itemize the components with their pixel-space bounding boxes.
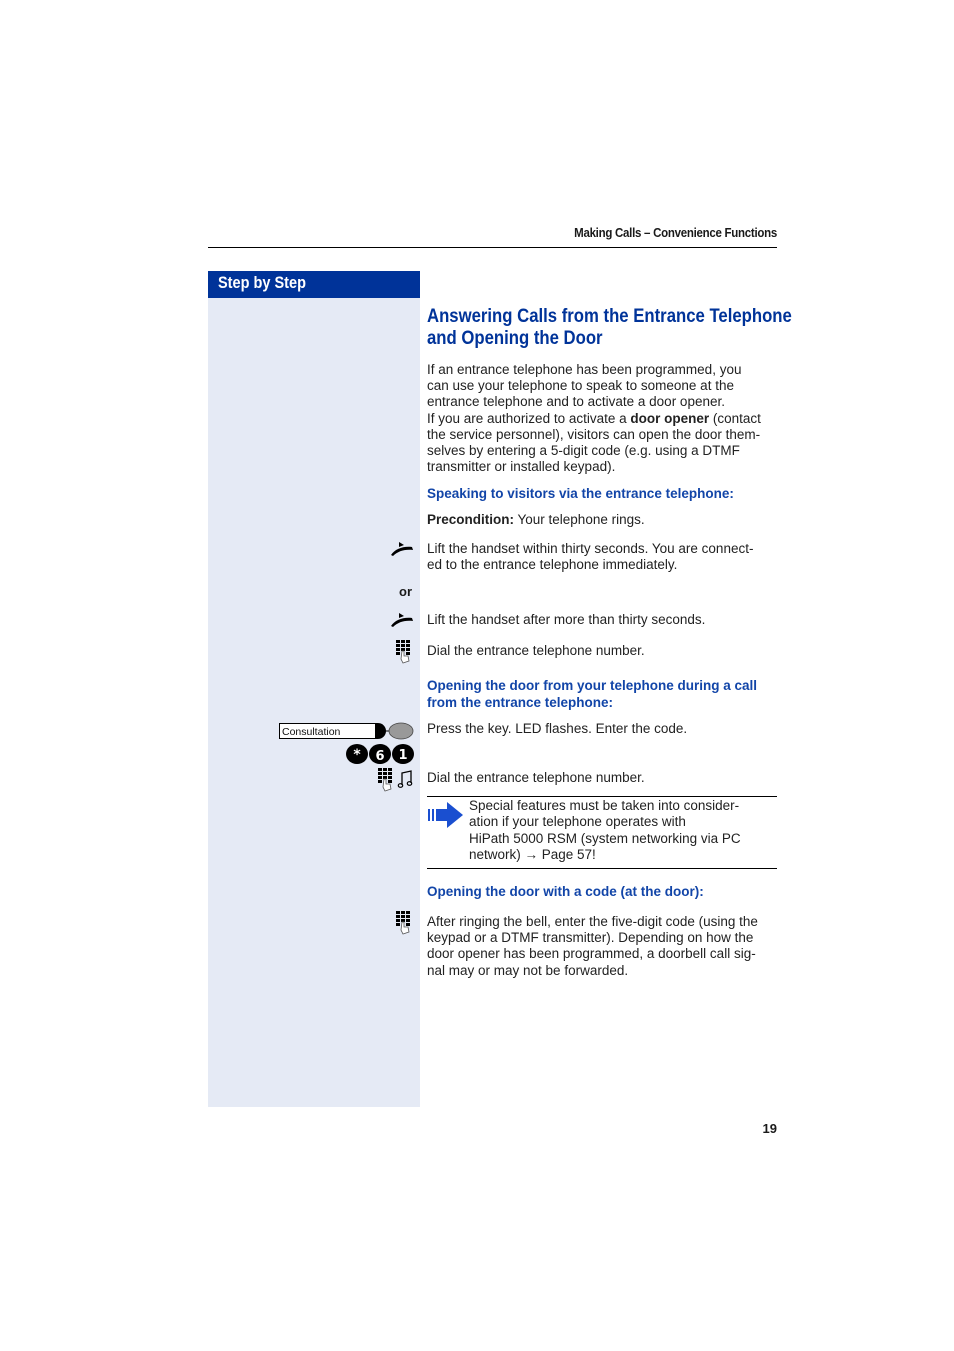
door-opener-term: door opener [630, 410, 710, 426]
step-press-key: Press the key. LED flashes. Enter the co… [427, 721, 688, 736]
header-rule [208, 247, 777, 248]
keypad-dial-icon [396, 911, 410, 935]
key-led-icon [376, 722, 414, 740]
note-bottom-rule [427, 868, 777, 869]
step-dial-number: Dial the entrance telephone number. [427, 643, 645, 658]
note-top-rule [427, 796, 777, 797]
page-number: 19 [762, 1121, 777, 1136]
opening-code-heading: Opening the door with a code (at the doo… [427, 884, 704, 899]
precondition: Precondition: Your telephone rings. [427, 512, 645, 527]
sidebar-title: Step by Step [218, 274, 306, 292]
key-6-icon: 6 [375, 749, 384, 764]
or-label: or [399, 584, 412, 599]
keypad-dial-icon [396, 640, 410, 664]
music-tone-icon [397, 770, 413, 788]
step-sidebar [208, 298, 420, 1107]
handset-lift-icon [391, 542, 413, 556]
key-1-icon: 1 [398, 748, 407, 763]
handset-lift-icon [391, 613, 413, 627]
code-keys: * 6 1 [346, 744, 414, 764]
step-dial-number-2: Dial the entrance telephone number. [427, 770, 645, 785]
step-lift-within-30s: Lift the handset within thirty seconds. … [427, 541, 754, 573]
speaking-heading: Speaking to visitors via the entrance te… [427, 486, 734, 501]
section-title: Answering Calls from the Entrance Teleph… [427, 306, 792, 349]
opening-call-heading: Opening the door from your telephone dur… [427, 678, 758, 710]
consultation-key[interactable]: Consultation [279, 723, 376, 739]
key-star-icon: * [353, 747, 361, 763]
page-reference-link[interactable]: network) → Page 57! [469, 847, 779, 863]
opening-code-paragraph: After ringing the bell, enter the five-d… [427, 914, 758, 978]
intro-paragraph: If an entrance telephone has been progra… [427, 362, 761, 475]
running-head: Making Calls – Convenience Functions [574, 226, 777, 240]
keypad-dial-icon [378, 768, 392, 792]
step-lift-after-30s: Lift the handset after more than thirty … [427, 612, 706, 627]
sidebar-header: Step by Step [208, 271, 420, 298]
note-arrow-icon [428, 802, 463, 828]
note-text: Special features must be taken into cons… [469, 798, 779, 864]
